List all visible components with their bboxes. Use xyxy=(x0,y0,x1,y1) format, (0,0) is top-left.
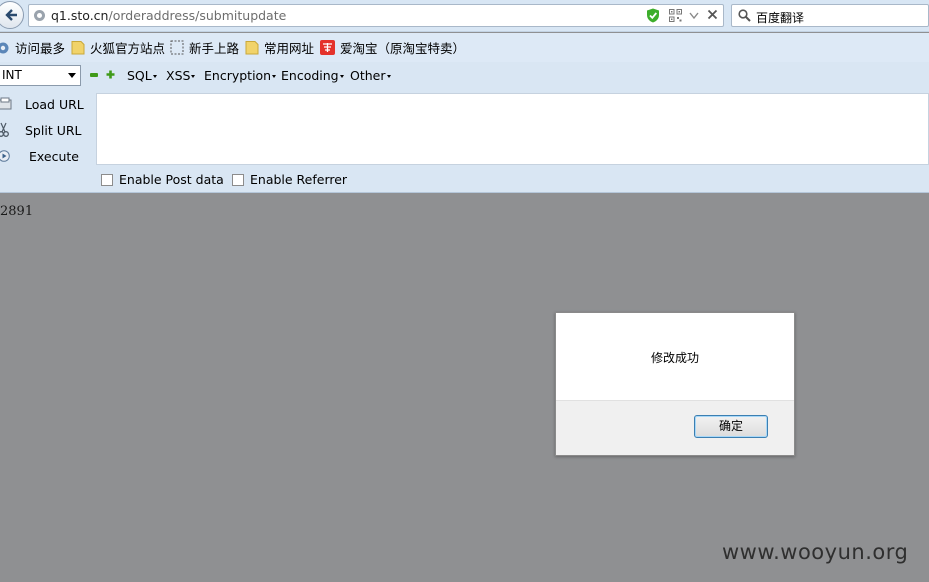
menu-other[interactable]: Other xyxy=(350,68,391,83)
type-select[interactable]: INT xyxy=(0,65,81,86)
bookmarks-toolbar: 访问最多 火狐官方站点 新手上路 常用网址 爱淘宝（原淘宝特卖） xyxy=(0,33,929,62)
menu-label: XSS xyxy=(166,68,191,83)
chevron-down-icon xyxy=(272,75,277,78)
bookmark-label: 新手上路 xyxy=(189,41,240,56)
menu-sql[interactable]: SQL xyxy=(127,68,157,83)
ok-button[interactable]: 确定 xyxy=(694,415,768,438)
plus-icon[interactable] xyxy=(106,70,115,79)
enable-post-label: Enable Post data xyxy=(119,172,224,187)
shield-icon[interactable] xyxy=(646,8,660,23)
enable-post-checkbox[interactable]: Enable Post data xyxy=(101,172,224,187)
back-button[interactable] xyxy=(0,1,24,29)
url-path: /orderaddress/submitupdate xyxy=(108,8,287,23)
bookmark-label: 火狐官方站点 xyxy=(90,41,166,56)
type-select-value: INT xyxy=(2,68,22,82)
execute-label: Execute xyxy=(29,148,79,164)
bookmark-label: 访问最多 xyxy=(15,41,66,56)
load-icon xyxy=(0,97,12,110)
close-icon[interactable] xyxy=(707,9,718,20)
bookmark-most-visited[interactable]: 访问最多 xyxy=(0,33,65,62)
folder-icon xyxy=(245,41,259,55)
menu-label: Encoding xyxy=(281,68,339,83)
dialog-message: 修改成功 xyxy=(650,351,699,365)
chevron-down-icon xyxy=(191,75,196,78)
address-bar[interactable]: q1.sto.cn/orderaddress/submitupdate xyxy=(28,4,724,27)
menu-label: SQL xyxy=(127,68,152,83)
qr-code-icon[interactable] xyxy=(669,9,682,22)
chevron-down-icon xyxy=(68,73,76,78)
watermark: www.wooyun.org xyxy=(722,540,909,564)
hackbar-toolbar: INT SQL XSS Encryption Encoding Other Lo… xyxy=(0,62,929,193)
url-textarea[interactable] xyxy=(96,93,929,165)
bookmark-ai-taobao[interactable]: 爱淘宝（原淘宝特卖） xyxy=(320,33,465,62)
bookmark-firefox-site[interactable]: 火狐官方站点 xyxy=(71,33,165,62)
play-icon xyxy=(0,150,10,162)
checkbox-box[interactable] xyxy=(232,173,244,186)
navigation-bar: q1.sto.cn/orderaddress/submitupdate 百度翻译 xyxy=(0,0,929,32)
search-input[interactable]: 百度翻译 xyxy=(756,9,804,26)
bookmark-label: 常用网址 xyxy=(264,41,315,56)
url-host: q1.sto.cn xyxy=(51,8,109,23)
menu-encoding[interactable]: Encoding xyxy=(281,68,344,83)
gear-icon xyxy=(0,42,9,53)
bookmark-label: 爱淘宝（原淘宝特卖） xyxy=(340,41,466,56)
menu-xss[interactable]: XSS xyxy=(166,68,196,83)
taobao-icon xyxy=(320,40,335,55)
dialog-footer: 确定 xyxy=(556,400,794,455)
result-text: 2891 xyxy=(0,204,34,219)
dotted-page-icon xyxy=(170,40,184,55)
back-arrow-icon xyxy=(5,9,17,21)
menu-label: Other xyxy=(350,68,386,83)
load-url-label: Load URL xyxy=(25,96,84,112)
url-text[interactable]: q1.sto.cn/orderaddress/submitupdate xyxy=(51,8,286,23)
alert-dialog: 修改成功 确定 xyxy=(555,312,795,456)
bookmark-getting-started[interactable]: 新手上路 xyxy=(170,33,239,62)
enable-referrer-label: Enable Referrer xyxy=(250,172,348,187)
minus-icon[interactable] xyxy=(90,73,98,77)
chevron-down-icon xyxy=(386,75,391,78)
chevron-down-icon xyxy=(339,75,344,78)
chevron-down-icon xyxy=(152,75,157,78)
checkbox-box[interactable] xyxy=(101,173,113,186)
split-url-label: Split URL xyxy=(25,122,82,138)
search-bar[interactable]: 百度翻译 xyxy=(731,4,929,27)
enable-referrer-checkbox[interactable]: Enable Referrer xyxy=(232,172,347,187)
menu-encryption[interactable]: Encryption xyxy=(204,68,277,83)
folder-icon xyxy=(71,41,85,55)
search-icon xyxy=(738,9,751,22)
chevron-down-icon[interactable] xyxy=(689,12,699,19)
globe-icon xyxy=(34,10,45,21)
menu-label: Encryption xyxy=(204,68,272,83)
scissors-icon xyxy=(0,122,9,137)
bookmark-common-sites[interactable]: 常用网址 xyxy=(245,33,314,62)
